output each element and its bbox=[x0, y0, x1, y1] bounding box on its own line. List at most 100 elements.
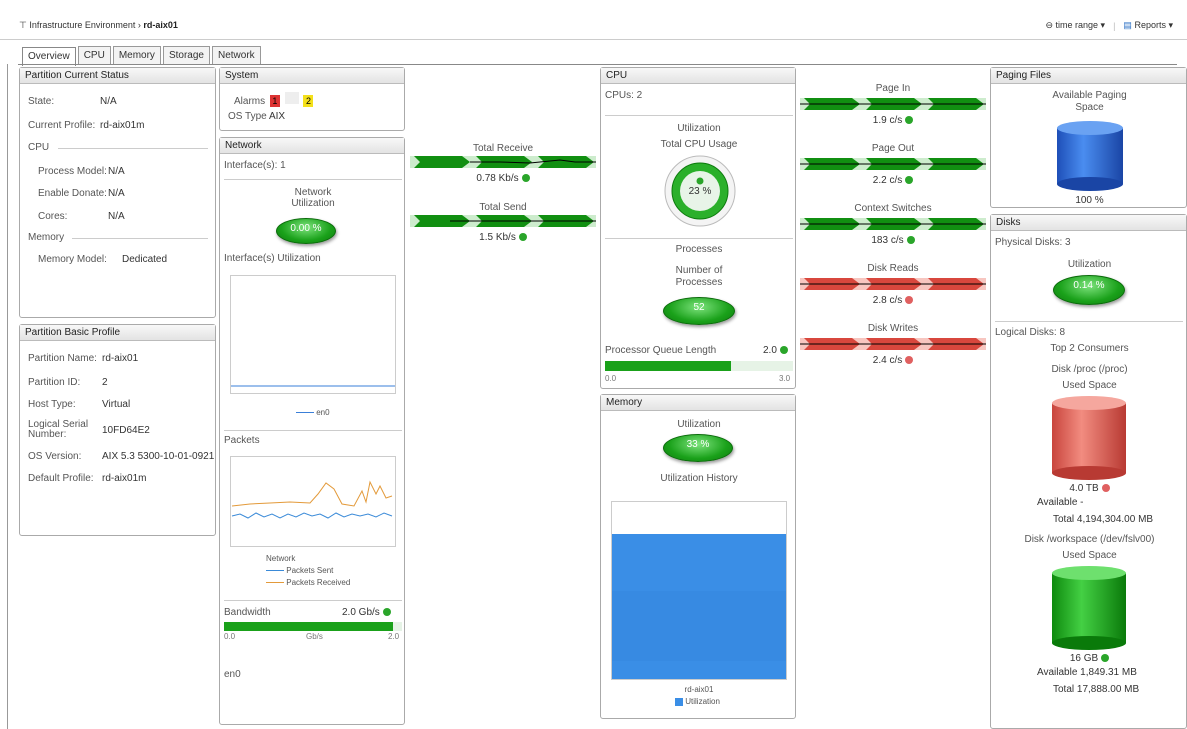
status-ok-icon bbox=[905, 116, 914, 125]
divider: | bbox=[1113, 20, 1116, 31]
cylinder-top bbox=[1057, 121, 1123, 135]
time-range-button[interactable]: ⊖ time range ▾ bbox=[1045, 20, 1105, 31]
memory-utilization-gauge[interactable]: 33 % bbox=[663, 434, 733, 462]
history-legend-title: rd-aix01 bbox=[684, 685, 714, 694]
status-ok-icon bbox=[382, 608, 391, 617]
cylinder-bottom bbox=[1052, 636, 1126, 650]
alarms-label: Alarms bbox=[234, 96, 266, 107]
total-receive-flow[interactable] bbox=[410, 154, 596, 170]
cylinder-top bbox=[1052, 396, 1126, 410]
tab-network[interactable]: Network bbox=[211, 46, 261, 64]
number-of-processes-label-line1: Number of bbox=[675, 265, 723, 276]
number-of-processes-label-line2: Processes bbox=[675, 277, 723, 288]
interface-utilization-chart[interactable] bbox=[230, 275, 396, 395]
memory-utilization-header: Utilization bbox=[677, 419, 721, 430]
disk2-available: Available 1,849.31 MB bbox=[1037, 667, 1137, 678]
flow-bar[interactable] bbox=[800, 216, 986, 232]
breadcrumb-parent-link[interactable]: Infrastructure Environment bbox=[29, 20, 135, 30]
panel-title: Paging Files bbox=[991, 68, 1186, 84]
divider bbox=[995, 321, 1183, 322]
host-type-value: Virtual bbox=[102, 399, 131, 410]
reports-button[interactable]: ▤ Reports ▾ bbox=[1123, 20, 1173, 31]
divider bbox=[58, 148, 208, 149]
network-utilization-label-line2: Utilization bbox=[291, 198, 335, 209]
partition-name-label: Partition Name: bbox=[28, 353, 97, 364]
number-of-processes-label: Number of Processes bbox=[601, 265, 797, 289]
total-receive-value-text: 0.78 Kb/s bbox=[476, 173, 519, 184]
memory-utilization-value: 33 % bbox=[686, 439, 710, 450]
bandwidth-label: Bandwidth bbox=[224, 607, 271, 618]
legend-label: en0 bbox=[316, 408, 330, 417]
number-of-processes-gauge[interactable]: 52 bbox=[663, 297, 735, 325]
flow-value: 2.4 c/s bbox=[800, 355, 986, 366]
utilization-history-chart[interactable] bbox=[611, 501, 787, 681]
disk1-name: Disk /proc (/proc) bbox=[1051, 364, 1128, 375]
processor-queue-length-label: Processor Queue Length bbox=[605, 345, 717, 356]
disk2-used-label: Used Space bbox=[1062, 550, 1117, 561]
panel-title: System bbox=[220, 68, 404, 84]
history-legend: Utilization bbox=[675, 697, 720, 706]
flow-bar[interactable] bbox=[800, 96, 986, 112]
flow-bar[interactable] bbox=[800, 336, 986, 352]
divider bbox=[224, 600, 402, 601]
time-range-label: time range bbox=[1055, 20, 1099, 30]
utilization-history-label: Utilization History bbox=[660, 473, 738, 484]
flow-value-text: 2.2 c/s bbox=[872, 175, 903, 186]
panel-title: Partition Current Status bbox=[20, 68, 215, 84]
status-critical-icon bbox=[905, 296, 914, 305]
disk1-cylinder[interactable] bbox=[1050, 395, 1128, 481]
cylinder-bottom bbox=[1052, 466, 1126, 480]
bandwidth-min: 0.0 bbox=[224, 632, 236, 641]
disk-utilization-gauge[interactable]: 0.14 % bbox=[1053, 275, 1125, 305]
packets-legend: Network Packets Sent Packets Received bbox=[266, 553, 350, 589]
status-ok-icon bbox=[1101, 654, 1110, 663]
logical-serial-label: Logical Serial Number: bbox=[28, 420, 88, 440]
memory-model-label: Memory Model: bbox=[38, 254, 107, 265]
status-ok-icon bbox=[779, 346, 788, 355]
flow-bar[interactable] bbox=[800, 156, 986, 172]
enable-donate-value: N/A bbox=[108, 188, 125, 199]
tab-storage[interactable]: Storage bbox=[162, 46, 210, 64]
total-send-value-text: 1.5 Kb/s bbox=[479, 232, 516, 243]
packets-chart[interactable] bbox=[230, 456, 396, 548]
flow-value: 183 c/s bbox=[800, 235, 986, 246]
fatal-alarm-badge[interactable]: 2 bbox=[303, 95, 314, 107]
tab-memory[interactable]: Memory bbox=[112, 46, 161, 64]
interfaces-count: Interface(s): 1 bbox=[224, 160, 286, 171]
tab-cpu[interactable]: CPU bbox=[77, 46, 111, 64]
state-label: State: bbox=[28, 96, 55, 107]
logical-serial-value: 10FD64E2 bbox=[102, 425, 150, 436]
current-profile-label: Current Profile: bbox=[28, 120, 96, 131]
critical-alarm-badge[interactable]: 1 bbox=[269, 95, 280, 107]
alarms-row: Alarms 1 2 bbox=[234, 92, 314, 107]
os-type-row: OS Type AIX bbox=[228, 111, 285, 122]
legend-swatch-sent bbox=[266, 570, 284, 572]
legend-swatch bbox=[296, 412, 314, 414]
partition-id-label: Partition ID: bbox=[28, 377, 81, 388]
disk2-total: Total 17,888.00 MB bbox=[1053, 684, 1140, 695]
total-cpu-usage-value: 23 % bbox=[688, 186, 712, 197]
flow-value-text: 183 c/s bbox=[871, 235, 904, 246]
tab-bar: Overview CPU Memory Storage Network bbox=[22, 46, 261, 66]
top-consumers-label: Top 2 Consumers bbox=[1050, 343, 1129, 354]
paging-space-cylinder[interactable] bbox=[1055, 120, 1125, 192]
status-ok-icon bbox=[906, 236, 915, 245]
flow-label: Context Switches bbox=[854, 203, 932, 214]
status-ok-icon bbox=[518, 233, 527, 242]
status-ok-icon bbox=[521, 174, 530, 183]
disk2-cylinder[interactable] bbox=[1050, 565, 1128, 651]
cylinder-top bbox=[1052, 566, 1126, 580]
warning-alarm-badge[interactable] bbox=[284, 92, 299, 104]
panel-title: Disks bbox=[991, 215, 1186, 231]
status-critical-icon bbox=[1101, 484, 1110, 493]
flow-bar[interactable] bbox=[800, 276, 986, 292]
network-utilization-gauge[interactable]: 0.00 % bbox=[276, 218, 336, 244]
physical-disks-count: Physical Disks: 3 bbox=[995, 237, 1071, 248]
processor-queue-bar-fill bbox=[605, 361, 731, 371]
total-send-flow[interactable] bbox=[410, 213, 596, 229]
breadcrumb: ⊤ Infrastructure Environment › rd-aix01 bbox=[19, 20, 178, 30]
logical-disks-count: Logical Disks: 8 bbox=[995, 327, 1066, 338]
total-receive-label: Total Receive bbox=[472, 143, 534, 154]
bandwidth-bar bbox=[224, 622, 402, 631]
bandwidth-max: 2.0 bbox=[388, 632, 400, 641]
